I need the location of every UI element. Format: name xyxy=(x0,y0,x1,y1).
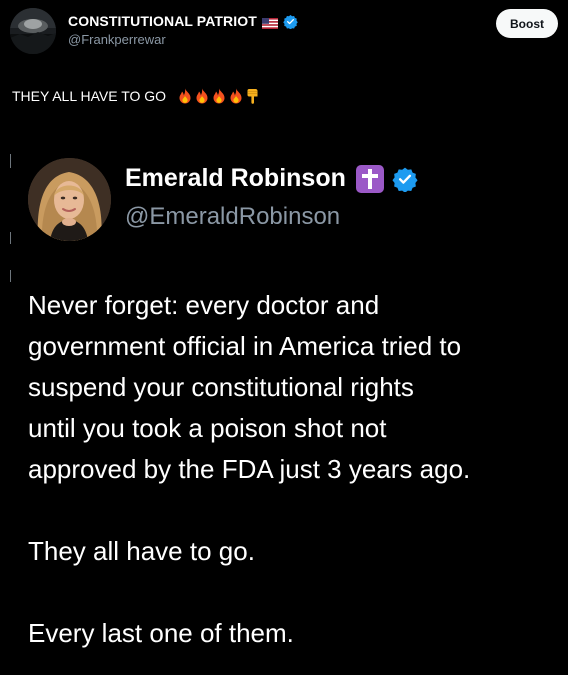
emoji-row xyxy=(178,88,260,104)
quote-author-avatar xyxy=(28,158,111,241)
quote-line: suspend your constitutional rights xyxy=(28,372,414,402)
verified-badge-icon xyxy=(283,14,298,29)
latin-cross-icon xyxy=(355,164,384,193)
quote-line: approved by the FDA just 3 years ago. xyxy=(28,454,471,484)
quote-paragraph: Never forget: every doctor and governmen… xyxy=(28,285,563,490)
fire-icon xyxy=(178,88,192,104)
edge-mark xyxy=(10,232,11,244)
post-text: THEY ALL HAVE TO GO xyxy=(12,88,260,104)
quote-line: Every last one of them. xyxy=(28,618,294,648)
quote-author-name: Emerald Robinson xyxy=(125,164,346,192)
quote-author-handle: @EmeraldRobinson xyxy=(125,203,341,230)
quoted-tweet-image[interactable]: Emerald Robinson @EmeraldRobinson Never … xyxy=(0,150,568,675)
author-avatar[interactable] xyxy=(10,8,56,54)
quote-author-name-row: Emerald Robinson xyxy=(125,164,418,193)
quote-line: They all have to go. xyxy=(28,536,255,566)
avatar-image xyxy=(10,8,56,54)
quote-paragraph: Every last one of them. xyxy=(28,613,563,654)
quote-line: Never forget: every doctor and xyxy=(28,290,380,320)
pointing-down-icon xyxy=(246,88,260,104)
quote-line: until you took a poison shot not xyxy=(28,413,387,443)
post-text-content: THEY ALL HAVE TO GO xyxy=(12,88,167,104)
fire-icon xyxy=(212,88,226,104)
boost-button[interactable]: Boost xyxy=(496,9,558,38)
author-handle[interactable]: @Frankperrewar xyxy=(68,32,166,47)
fire-icon xyxy=(229,88,243,104)
edge-mark xyxy=(10,154,11,168)
post-header: CONSTITUTIONAL PATRIOT @Frankperrewar Bo… xyxy=(10,6,558,54)
author-name[interactable]: CONSTITUTIONAL PATRIOT xyxy=(68,13,257,29)
fire-icon xyxy=(195,88,209,104)
verified-badge-icon xyxy=(392,166,418,193)
avatar-image xyxy=(28,158,111,241)
us-flag-icon xyxy=(261,16,278,29)
author-name-row: CONSTITUTIONAL PATRIOT xyxy=(68,13,298,29)
quote-paragraph: They all have to go. xyxy=(28,531,563,572)
edge-mark xyxy=(10,270,11,282)
quote-body: Never forget: every doctor and governmen… xyxy=(28,285,563,654)
quote-line: government official in America tried to xyxy=(28,331,462,361)
